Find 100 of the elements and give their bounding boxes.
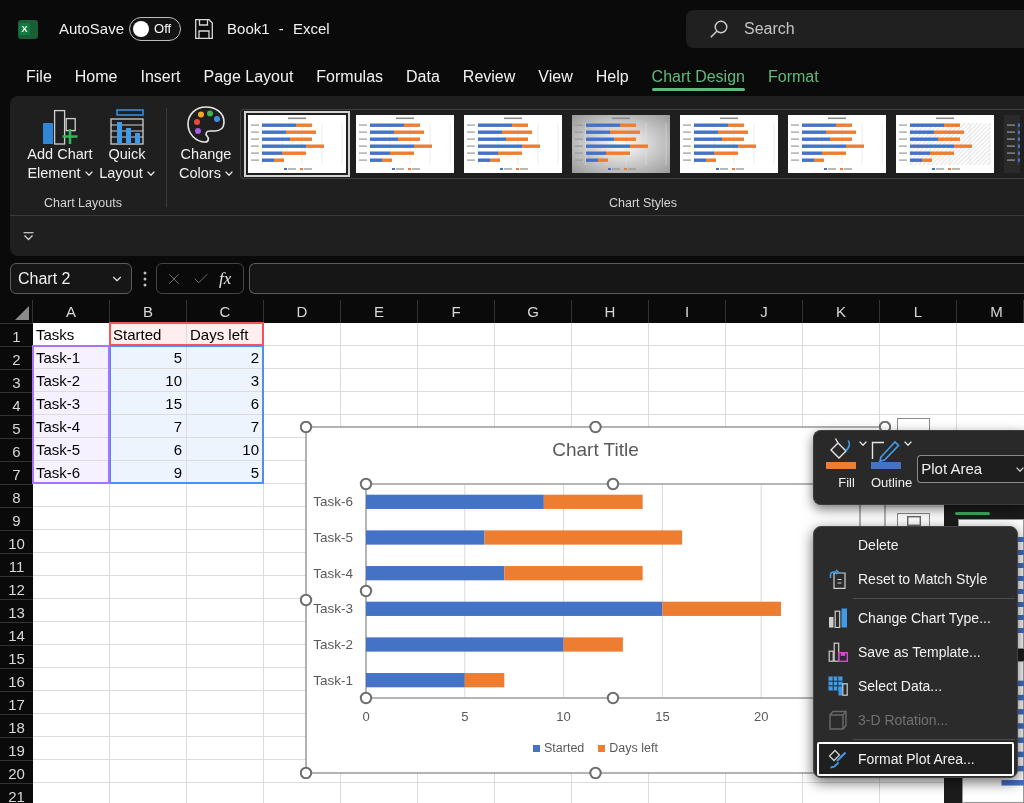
selection-handle[interactable] bbox=[359, 691, 373, 705]
selection-handle[interactable] bbox=[359, 477, 373, 491]
ribbon-tab[interactable]: Format bbox=[767, 58, 819, 96]
table-cell: 10 bbox=[110, 369, 186, 391]
axis-tick-label: 20 bbox=[753, 708, 769, 724]
axis-label: Task-1 bbox=[313, 672, 353, 688]
search-field[interactable]: Search bbox=[686, 10, 1024, 48]
ribbon-tab[interactable]: Chart Design bbox=[651, 58, 745, 96]
legend-label: Days left bbox=[609, 740, 658, 756]
formula-input[interactable] bbox=[249, 263, 1024, 294]
toggle-knob bbox=[133, 21, 150, 37]
table-cell: 3 bbox=[187, 369, 263, 391]
row-header[interactable]: 7 bbox=[0, 461, 33, 484]
caret-icon bbox=[1016, 466, 1024, 472]
row-header[interactable]: 6 bbox=[0, 438, 33, 461]
bar-chart-drawing bbox=[1004, 115, 1020, 173]
menu-item[interactable]: Format Plot Area... bbox=[817, 742, 1014, 776]
caret-icon bbox=[904, 441, 913, 446]
ribbon-tab[interactable]: Help bbox=[595, 58, 629, 96]
table-cell-text: Tasks bbox=[35, 325, 76, 345]
table-cell: 6 bbox=[110, 438, 186, 460]
legend-label: Started bbox=[544, 740, 585, 756]
menu-item[interactable]: Select Data... bbox=[817, 669, 1014, 703]
chevron-down-icon[interactable] bbox=[23, 231, 34, 241]
selection-handle[interactable] bbox=[589, 766, 602, 779]
table-cell: 7 bbox=[110, 415, 186, 437]
selection-handle[interactable] bbox=[589, 421, 602, 434]
element-dropdown[interactable]: Plot Area bbox=[917, 455, 1024, 483]
menu-item[interactable]: Change Chart Type... bbox=[817, 601, 1014, 635]
document-title: Book1 - Excel bbox=[227, 18, 330, 39]
ribbon-group-label: Chart Layouts bbox=[44, 194, 122, 212]
selection-handle[interactable] bbox=[606, 691, 620, 705]
axis-tick-label: 0 bbox=[362, 708, 370, 724]
table-cell: Task-5 bbox=[33, 438, 109, 460]
row-header[interactable]: 3 bbox=[0, 369, 33, 392]
axis-label: Task-2 bbox=[313, 637, 353, 652]
brush-icon bbox=[828, 749, 848, 769]
table-cell: 9 bbox=[110, 461, 186, 483]
select-all-icon[interactable] bbox=[15, 306, 29, 320]
selection-handle[interactable] bbox=[359, 584, 373, 598]
table-cell: 7 bbox=[187, 415, 263, 437]
column-header[interactable]: C bbox=[187, 300, 264, 323]
ribbon-tab[interactable]: Data bbox=[406, 58, 440, 96]
ribbon-tab[interactable]: Home bbox=[74, 58, 118, 96]
table-cell: Days left bbox=[187, 323, 263, 345]
caret-icon bbox=[859, 441, 867, 446]
selection-indicator bbox=[955, 512, 990, 515]
chart-side-button[interactable] bbox=[897, 513, 930, 526]
ribbon-tab[interactable]: Insert bbox=[140, 58, 181, 96]
table-cell: 6 bbox=[187, 392, 263, 414]
row-header[interactable]: 5 bbox=[0, 415, 33, 438]
axis-tick-label: 15 bbox=[655, 708, 670, 724]
table-chart-icon bbox=[828, 676, 848, 696]
column-header[interactable]: B bbox=[110, 300, 187, 323]
axis-label: Task-4 bbox=[313, 565, 353, 581]
axis-tick-label: 10 bbox=[556, 708, 571, 724]
autosave-label: AutoSave bbox=[59, 18, 125, 39]
axis-label: Task-5 bbox=[313, 530, 353, 545]
chart-floppy-icon bbox=[828, 642, 848, 662]
quick-layout-button[interactable]: Quick Layout bbox=[98, 105, 156, 183]
change-colors-button[interactable]: Change Colors bbox=[175, 105, 237, 183]
selection-handle[interactable] bbox=[300, 766, 313, 779]
table-cell: Task-3 bbox=[33, 392, 109, 414]
menu-item[interactable]: Save as Template... bbox=[817, 635, 1014, 669]
app-logo: X bbox=[18, 19, 38, 39]
search-icon bbox=[710, 20, 728, 38]
table-cell: Task-6 bbox=[33, 461, 109, 483]
selection-handle[interactable] bbox=[300, 593, 313, 607]
name-box[interactable]: Chart 2 bbox=[10, 263, 132, 294]
insert-function-button[interactable]: fx bbox=[219, 265, 232, 292]
ribbon-tab[interactable]: File bbox=[26, 58, 52, 96]
table-cell: Task-4 bbox=[33, 415, 109, 437]
axis-tick-label: 5 bbox=[461, 708, 469, 724]
selection-handle[interactable] bbox=[300, 421, 313, 434]
row-header[interactable]: 2 bbox=[0, 346, 33, 369]
outline-button[interactable]: Outline bbox=[871, 437, 913, 491]
menu-item[interactable]: Delete bbox=[817, 528, 1014, 562]
ribbon-tab[interactable]: View bbox=[538, 58, 573, 96]
table-cell: 10 bbox=[187, 438, 263, 460]
ribbon-group-label: Chart Styles bbox=[608, 194, 678, 212]
frame-icon bbox=[906, 516, 921, 526]
menu-item[interactable]: Reset to Match Style bbox=[817, 562, 1014, 596]
add-chart-element-button[interactable]: Add Chart Element bbox=[22, 105, 98, 183]
fill-button[interactable]: Fill bbox=[826, 437, 867, 491]
palette-icon bbox=[186, 105, 226, 145]
axis-label: Task-6 bbox=[313, 494, 353, 510]
table-cell: 5 bbox=[187, 461, 263, 483]
save-icon[interactable] bbox=[195, 19, 214, 39]
chart-side-button[interactable] bbox=[897, 418, 930, 430]
ribbon-tab[interactable]: Page Layout bbox=[203, 58, 294, 96]
bar-chart-icon bbox=[828, 608, 848, 628]
more-options-icon[interactable] bbox=[143, 270, 147, 287]
table-cell: 15 bbox=[110, 392, 186, 414]
ribbon-tab[interactable]: Review bbox=[462, 58, 516, 96]
ribbon-tab[interactable]: Formulas bbox=[316, 58, 384, 96]
row-header[interactable]: 4 bbox=[0, 392, 33, 415]
selection-handle[interactable] bbox=[606, 477, 620, 491]
autosave-toggle[interactable]: Off bbox=[129, 17, 182, 41]
paint-bucket-icon bbox=[826, 437, 856, 469]
cube-icon bbox=[828, 710, 848, 730]
